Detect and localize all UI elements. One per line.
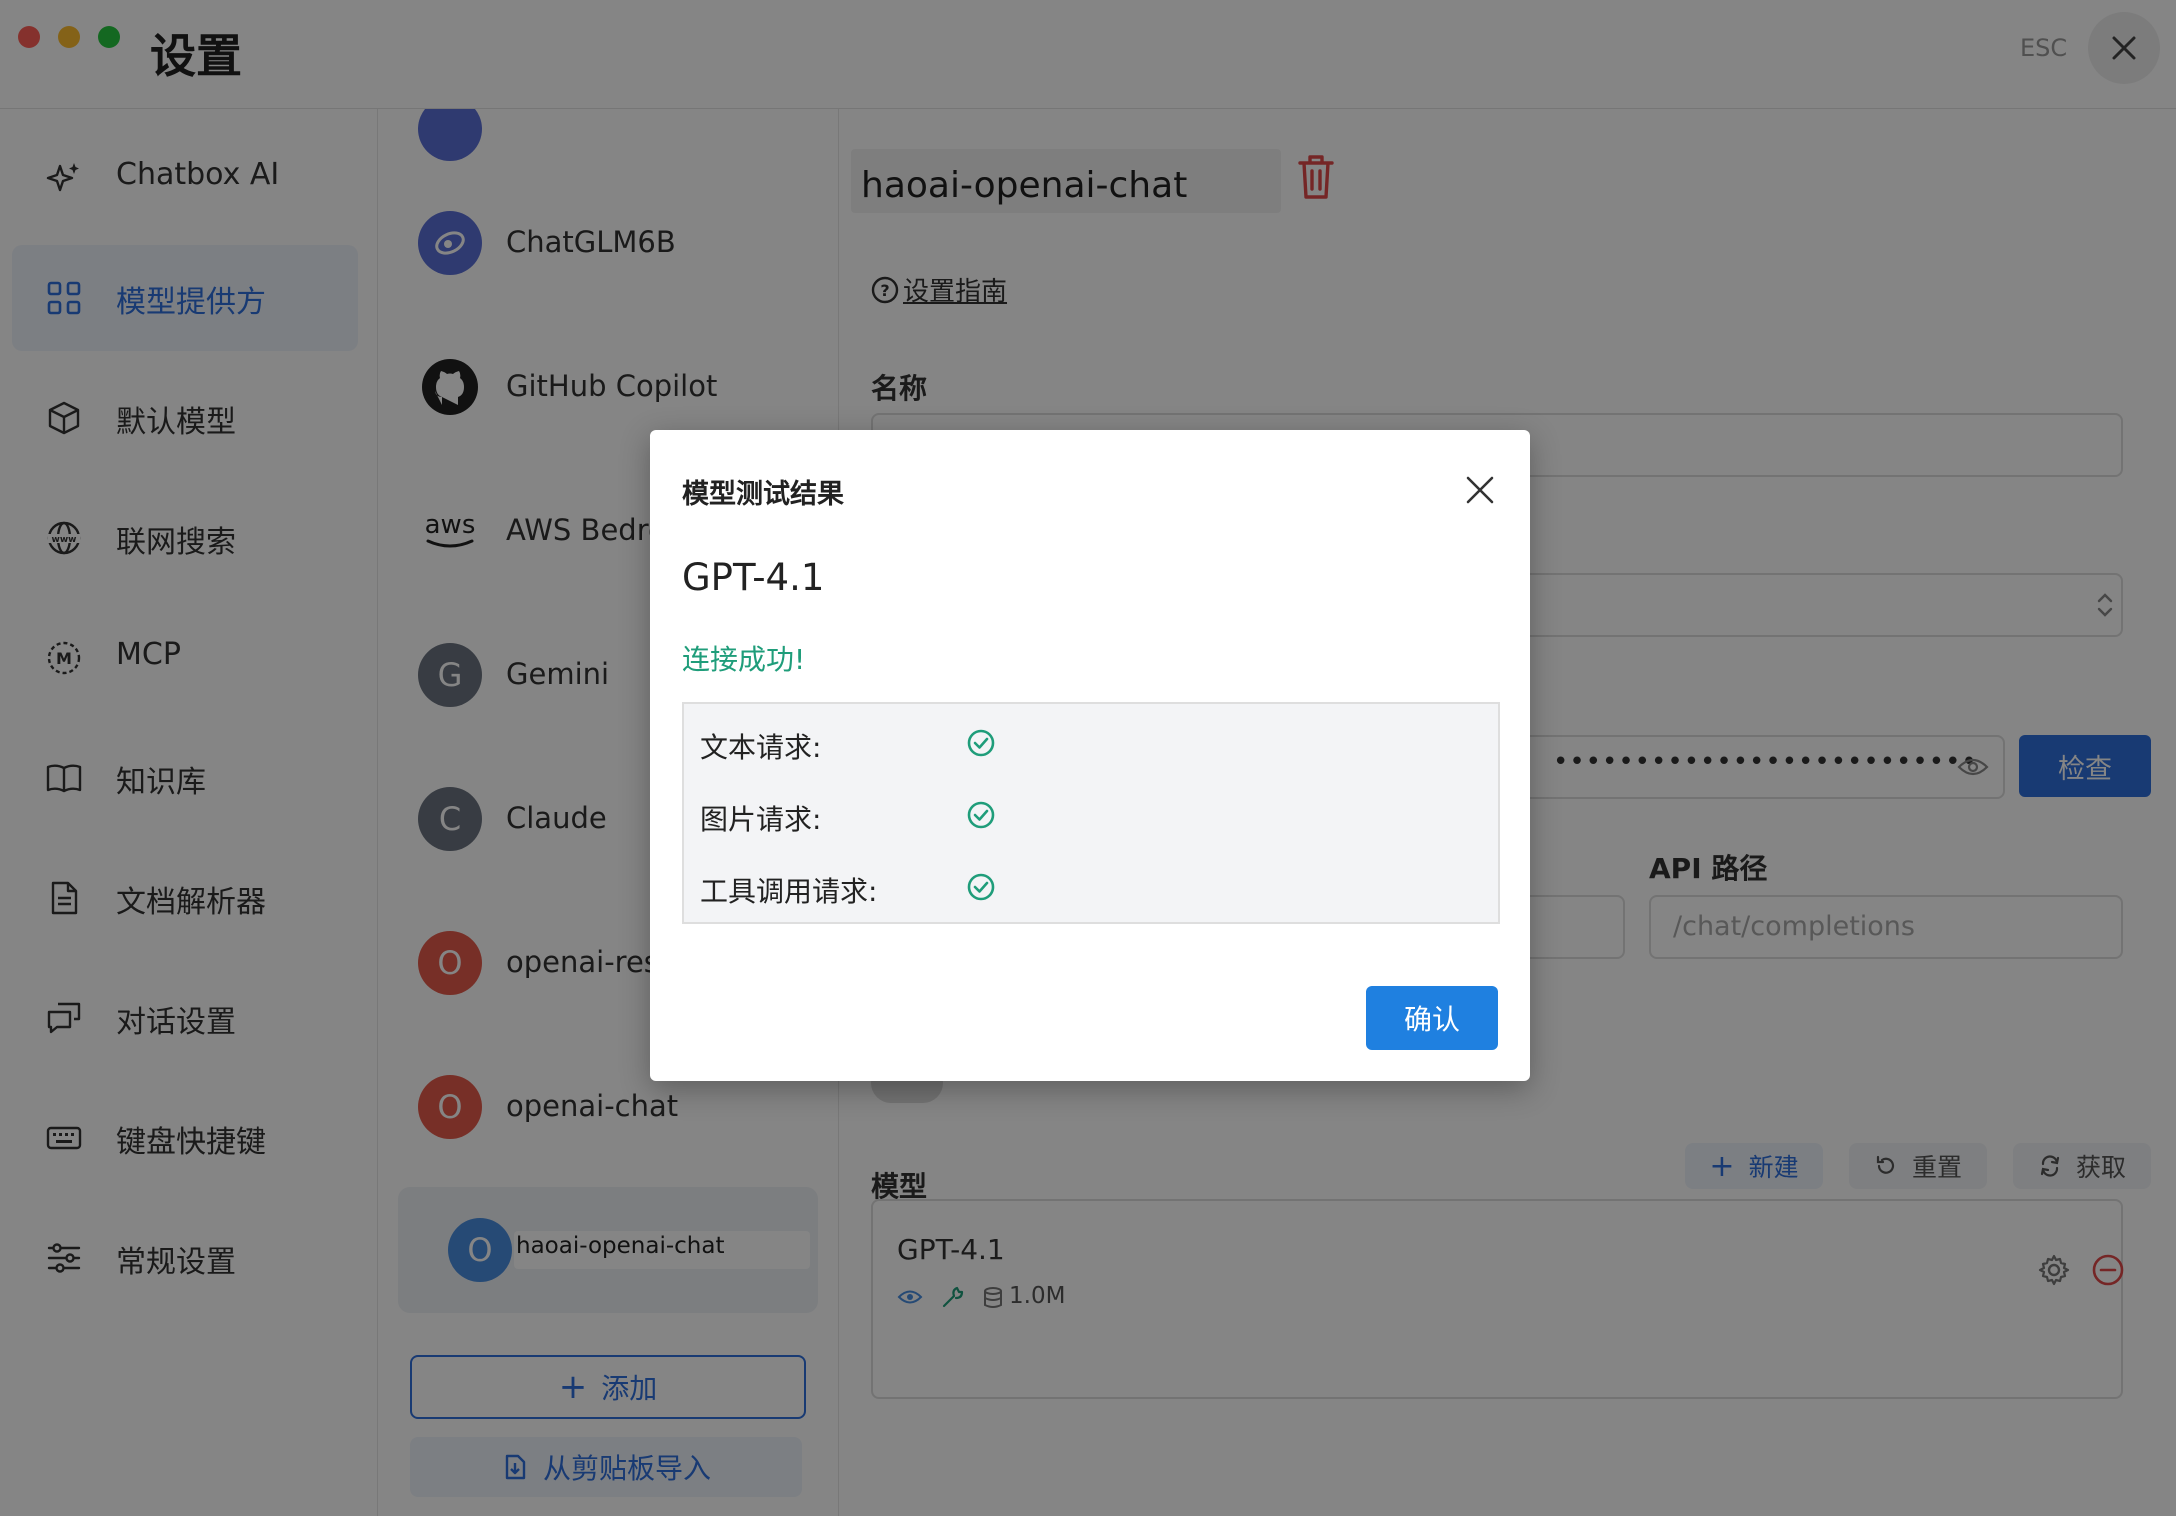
result-row-image: 图片请求: (700, 786, 1460, 846)
tested-model-name: GPT-4.1 (682, 556, 825, 599)
test-results-box: 文本请求: 图片请求: 工具调用请求: (682, 702, 1500, 924)
dialog-title: 模型测试结果 (682, 479, 844, 510)
check-circle-icon (967, 801, 995, 829)
result-label: 文本请求: (700, 731, 822, 764)
result-row-text: 文本请求: (700, 714, 1460, 774)
check-circle-icon (967, 729, 995, 757)
check-circle-icon (967, 873, 995, 901)
confirm-button[interactable]: 确认 (1366, 986, 1498, 1050)
close-icon (1466, 476, 1494, 504)
connection-status: 连接成功! (682, 643, 806, 676)
model-test-result-dialog: 模型测试结果 GPT-4.1 连接成功! 文本请求: 图片请求: 工具调用请求:… (650, 430, 1530, 1081)
result-row-tool-call: 工具调用请求: (700, 858, 1460, 918)
dialog-close-button[interactable] (1462, 472, 1498, 508)
result-label: 图片请求: (700, 803, 822, 836)
result-label: 工具调用请求: (700, 875, 878, 908)
